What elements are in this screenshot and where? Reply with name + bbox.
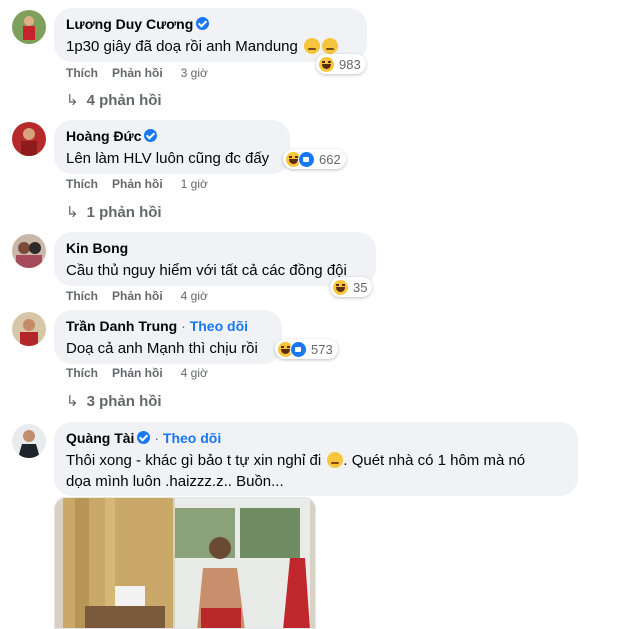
avatar[interactable] — [12, 234, 46, 268]
follow-button[interactable]: Theo dõi — [163, 430, 221, 446]
comment-actions: Thích Phản hồi 3 giờ — [66, 66, 222, 80]
reply-button[interactable]: Phản hồi — [112, 66, 163, 80]
like-button[interactable]: Thích — [66, 66, 98, 80]
comment-text-line: Thôi xong - khác gì bảo t tự xin nghỉ đi — [66, 452, 322, 469]
haha-reaction-icon — [318, 55, 335, 73]
comment-actions: Thích Phản hồi 1 giờ — [66, 177, 222, 191]
like-button[interactable]: Thích — [66, 177, 98, 191]
comment-text: Lên làm HLV luôn cũng đc đấy — [66, 150, 270, 167]
comment-bubble: Lương Duy Cương 1p30 giây đã doạ rồi anh… — [54, 8, 367, 62]
sad-emoji-icon — [322, 38, 339, 54]
author-name[interactable]: Trần Danh Trung — [66, 318, 177, 334]
comment-bubble: Quàng Tài · Theo dõi Thôi xong - khác gì… — [54, 422, 578, 496]
comment-text: Doạ cả anh Mạnh thì chịu rồi — [66, 340, 258, 357]
comment-bubble: Hoàng Đức Lên làm HLV luôn cũng đc đấy — [54, 120, 290, 174]
like-reaction-icon — [298, 150, 315, 168]
sad-emoji-icon — [304, 38, 321, 54]
comment-time[interactable]: 4 giờ — [181, 289, 208, 303]
comment-time[interactable]: 4 giờ — [181, 366, 208, 380]
comment-text-line: . Quét nhà có 1 hôm mà nó — [343, 452, 526, 469]
replies-count: 1 phản hồi — [86, 204, 162, 221]
haha-reaction-icon — [332, 278, 349, 296]
like-reaction-icon — [290, 340, 307, 358]
reply-arrow-icon: ↳ — [66, 393, 79, 410]
reaction-summary[interactable]: 983 — [316, 54, 366, 74]
comment-text: 1p30 giây đã doạ rồi anh Mandung — [66, 38, 298, 55]
reaction-count: 573 — [311, 341, 333, 357]
view-replies-button[interactable]: ↳ 3 phản hồi — [66, 392, 162, 410]
comment-time[interactable]: 3 giờ — [181, 66, 208, 80]
reply-button[interactable]: Phản hồi — [112, 366, 163, 380]
comment-text: Cầu thủ nguy hiểm với tất cả các đồng độ… — [66, 262, 347, 279]
author-name[interactable]: Hoàng Đức — [66, 128, 141, 144]
separator-dot: · — [181, 318, 186, 334]
view-replies-button[interactable]: ↳ 4 phản hồi — [66, 91, 162, 109]
reaction-count: 983 — [339, 56, 361, 72]
verified-badge-icon — [144, 129, 158, 142]
follow-button[interactable]: Theo dõi — [190, 318, 248, 334]
author-name[interactable]: Lương Duy Cương — [66, 16, 193, 32]
comment-text-line: dọa mình luôn .haizzz.z.. Buồn... — [66, 473, 284, 490]
comment-photo[interactable] — [54, 497, 316, 629]
reaction-summary[interactable]: 573 — [275, 339, 338, 359]
replies-count: 4 phản hồi — [86, 92, 162, 109]
reply-button[interactable]: Phản hồi — [112, 177, 163, 191]
verified-badge-icon — [196, 17, 210, 30]
avatar[interactable] — [12, 312, 46, 346]
reaction-summary[interactable]: 662 — [283, 149, 346, 169]
replies-count: 3 phản hồi — [86, 393, 162, 410]
comment-bubble: Trần Danh Trung · Theo dõi Doạ cả anh Mạ… — [54, 310, 282, 364]
like-button[interactable]: Thích — [66, 366, 98, 380]
comment-actions: Thích Phản hồi 4 giờ — [66, 366, 222, 380]
reaction-count: 35 — [353, 279, 368, 295]
reply-arrow-icon: ↳ — [66, 204, 79, 221]
comment-time[interactable]: 1 giờ — [181, 177, 208, 191]
reply-arrow-icon: ↳ — [66, 92, 79, 109]
author-name[interactable]: Quàng Tài — [66, 430, 134, 446]
verified-badge-icon — [137, 431, 151, 444]
comment-bubble: Kin Bong Cầu thủ nguy hiểm với tất cả cá… — [54, 232, 376, 286]
surprised-emoji-icon — [327, 452, 344, 468]
reaction-count: 662 — [319, 151, 341, 167]
reply-button[interactable]: Phản hồi — [112, 289, 163, 303]
avatar[interactable] — [12, 122, 46, 156]
reaction-summary[interactable]: 35 — [330, 277, 373, 297]
separator-dot: · — [154, 430, 160, 446]
view-replies-button[interactable]: ↳ 1 phản hồi — [66, 203, 162, 221]
comment-actions: Thích Phản hồi 4 giờ — [66, 289, 222, 303]
like-button[interactable]: Thích — [66, 289, 98, 303]
author-name[interactable]: Kin Bong — [66, 240, 128, 256]
avatar[interactable] — [12, 10, 46, 44]
avatar[interactable] — [12, 424, 46, 458]
